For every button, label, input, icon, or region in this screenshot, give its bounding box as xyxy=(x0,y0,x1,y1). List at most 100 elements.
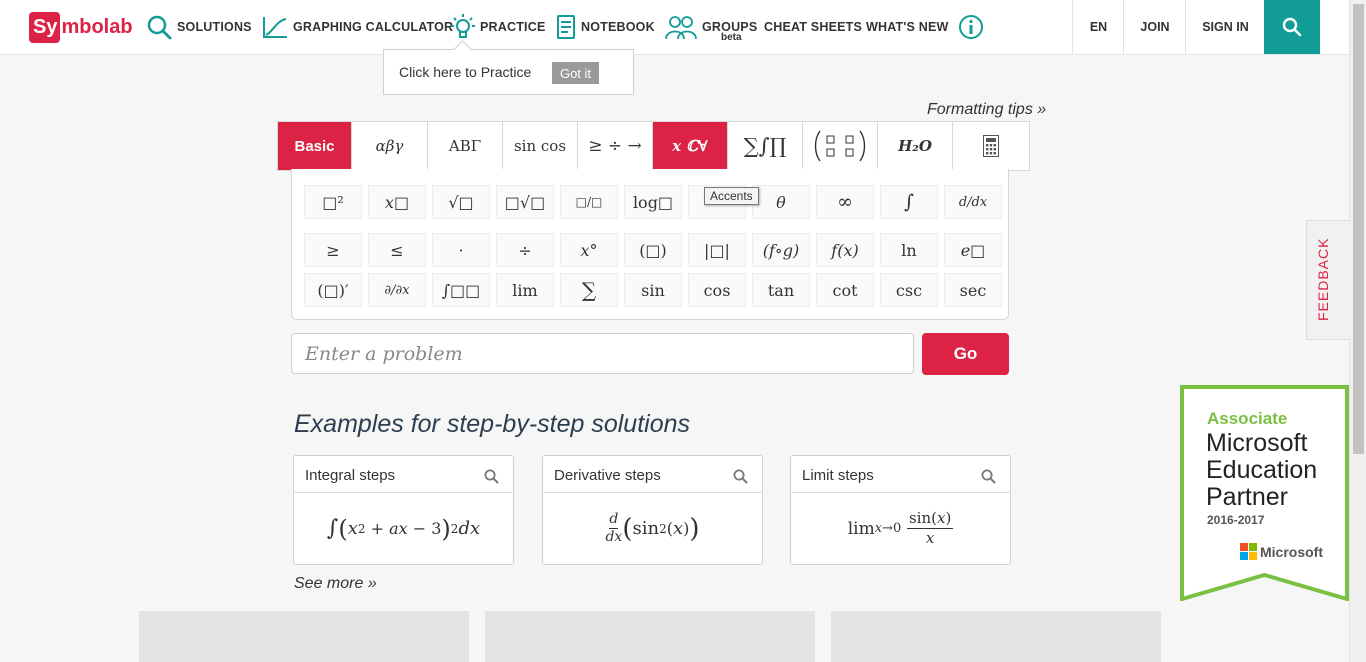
scrollbar-thumb[interactable] xyxy=(1353,4,1364,454)
example-card-header: Limit steps xyxy=(791,456,1010,493)
search-icon[interactable] xyxy=(484,469,499,484)
example-card-integral[interactable]: Integral steps ∫(x 2 + ax − 3) 2 dx xyxy=(293,455,514,565)
key-cot[interactable]: cot xyxy=(816,273,874,307)
example-card-title: Derivative steps xyxy=(554,467,661,484)
key-power[interactable]: x□ xyxy=(368,185,426,219)
formatting-tips-link[interactable]: Formatting tips » xyxy=(927,101,1046,119)
search-icon[interactable] xyxy=(981,469,996,484)
badge-years: 2016-2017 xyxy=(1207,513,1265,527)
nav-notebook-label: NOTEBOOK xyxy=(581,20,655,34)
language-selector[interactable]: EN xyxy=(1072,0,1124,54)
example-formula-derivative[interactable]: d dx(sin 2(x)) xyxy=(543,493,762,564)
example-card-limit[interactable]: Limit steps lim x→0 sin(x) x xyxy=(790,455,1011,565)
problem-input[interactable] xyxy=(291,333,914,374)
example-card-header: Derivative steps xyxy=(543,456,762,493)
tab-calculator[interactable] xyxy=(953,122,1029,170)
tab-calculus[interactable]: ∑∫∏ xyxy=(728,122,803,170)
key-infinity-label: ∞ xyxy=(837,191,853,213)
microsoft-partner-badge: Associate Microsoft Education Partner 20… xyxy=(1180,385,1349,601)
example-card-derivative[interactable]: Derivative steps d dx(sin 2(x)) xyxy=(542,455,763,565)
key-geq[interactable]: ≥ xyxy=(304,233,362,267)
key-sum[interactable]: ∑ xyxy=(560,273,618,307)
key-ln[interactable]: ln xyxy=(880,233,938,267)
page-scrollbar[interactable] xyxy=(1349,0,1366,662)
key-parentheses[interactable]: (□) xyxy=(624,233,682,267)
key-degree[interactable]: x° xyxy=(560,233,618,267)
search-icon xyxy=(147,15,172,40)
key-derivative[interactable]: d/dx xyxy=(944,185,1002,219)
tab-greek-lower[interactable]: αβγ xyxy=(352,122,428,170)
key-exp[interactable]: e□ xyxy=(944,233,1002,267)
join-link[interactable]: JOIN xyxy=(1123,0,1186,54)
go-button[interactable]: Go xyxy=(922,333,1009,375)
nav-whats-new[interactable]: WHAT'S NEW xyxy=(866,0,949,54)
key-infinity[interactable]: ∞ xyxy=(816,185,874,219)
matrix-icon xyxy=(814,130,866,162)
logo-mark: Sy xyxy=(29,12,61,43)
tab-sets[interactable]: x ℂ∀ xyxy=(653,122,728,170)
nav-notebook[interactable]: NOTEBOOK xyxy=(556,0,655,54)
key-partial-label: ∂/∂x xyxy=(384,282,410,298)
key-sum-label: ∑ xyxy=(581,278,597,302)
keyboard-panel: □² x□ √□ □√□ □/□ log□ θ ∞ ∫ d/dx ≥ ≤ · ÷… xyxy=(291,169,1009,320)
groups-beta-badge: beta xyxy=(721,32,742,43)
key-abs[interactable]: |□| xyxy=(688,233,746,267)
key-cos[interactable]: cos xyxy=(688,273,746,307)
practice-popup-text: Click here to Practice xyxy=(399,64,532,80)
key-sin[interactable]: sin xyxy=(624,273,682,307)
key-theta[interactable]: θ xyxy=(752,185,810,219)
key-definite-integral[interactable]: ∫□□ xyxy=(432,273,490,307)
key-cdot[interactable]: · xyxy=(432,233,490,267)
key-tan[interactable]: tan xyxy=(752,273,810,307)
key-power-label: x□ xyxy=(384,192,410,212)
key-fraction[interactable]: □/□ xyxy=(560,185,618,219)
graph-icon xyxy=(263,17,287,38)
see-more-link[interactable]: See more » xyxy=(294,575,377,593)
sign-in-link[interactable]: SIGN IN xyxy=(1185,0,1265,54)
top-search-button[interactable] xyxy=(1264,0,1320,54)
key-leq[interactable]: ≤ xyxy=(368,233,426,267)
key-log[interactable]: log□ xyxy=(624,185,682,219)
nav-solutions[interactable]: SOLUTIONS xyxy=(146,0,252,54)
key-limit[interactable]: lim xyxy=(496,273,554,307)
tab-basic[interactable]: Basic xyxy=(278,122,352,170)
info-icon xyxy=(959,15,983,39)
tab-matrix[interactable] xyxy=(803,122,878,170)
nav-groups[interactable]: GROUPS xyxy=(665,0,757,54)
symbolab-logo[interactable]: Sy mbolab xyxy=(29,11,133,44)
key-square[interactable]: □² xyxy=(304,185,362,219)
key-abs-label: |□| xyxy=(704,240,730,260)
key-cdot-label: · xyxy=(458,240,464,260)
badge-line-3: Partner xyxy=(1206,483,1288,511)
nav-cheat-sheets[interactable]: CHEAT SHEETS xyxy=(764,0,862,54)
tab-chemistry[interactable]: H₂O xyxy=(878,122,953,170)
key-csc[interactable]: csc xyxy=(880,273,938,307)
key-prime[interactable]: (□)′ xyxy=(304,273,362,307)
tab-greek-upper[interactable]: ΑΒΓ xyxy=(428,122,503,170)
key-function-label: f(x) xyxy=(831,240,859,260)
nav-info[interactable] xyxy=(958,0,989,54)
tab-operators[interactable]: ≥ ÷ → xyxy=(578,122,653,170)
tab-trig[interactable]: sin cos xyxy=(503,122,578,170)
key-sec[interactable]: sec xyxy=(944,273,1002,307)
example-formula-integral[interactable]: ∫(x 2 + ax − 3) 2 dx xyxy=(294,493,513,564)
key-function[interactable]: f(x) xyxy=(816,233,874,267)
key-compose[interactable]: (f∘g) xyxy=(752,233,810,267)
search-icon[interactable] xyxy=(733,469,748,484)
content-placeholder xyxy=(139,611,469,662)
badge-line-2: Education xyxy=(1206,456,1318,484)
example-formula-limit[interactable]: lim x→0 sin(x) x xyxy=(791,493,1010,564)
key-sqrt[interactable]: √□ xyxy=(432,185,490,219)
key-geq-label: ≥ xyxy=(326,240,340,260)
feedback-tab[interactable]: FEEDBACK xyxy=(1306,220,1350,340)
key-tan-label: tan xyxy=(767,280,795,300)
key-integral[interactable]: ∫ xyxy=(880,185,938,219)
nav-graphing-calculator[interactable]: GRAPHING CALCULATOR xyxy=(262,0,453,54)
key-parentheses-label: (□) xyxy=(639,240,667,260)
lightbulb-icon xyxy=(451,14,475,38)
example-card-header: Integral steps xyxy=(294,456,513,493)
got-it-button[interactable]: Got it xyxy=(552,62,599,84)
key-nth-root[interactable]: □√□ xyxy=(496,185,554,219)
key-partial[interactable]: ∂/∂x xyxy=(368,273,426,307)
key-divide[interactable]: ÷ xyxy=(496,233,554,267)
